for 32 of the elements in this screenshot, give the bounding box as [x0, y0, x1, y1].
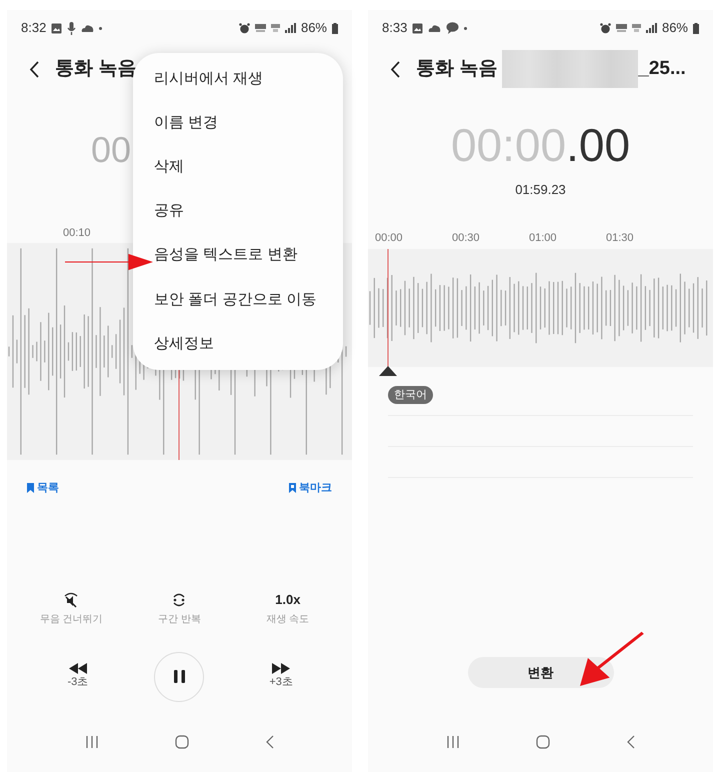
total-duration: 01:59.23 — [515, 181, 566, 199]
bookmark-list-button[interactable]: 목록 — [27, 480, 59, 496]
recording-title: 통화 녹음 — [55, 56, 136, 81]
status-time: 8:33 — [382, 19, 408, 38]
time-tick: 00:10 — [63, 226, 91, 240]
rewind-button[interactable]: -3초 — [32, 662, 123, 690]
time-tick: 00:30 — [452, 231, 481, 246]
battery-percent: 86% — [300, 19, 327, 38]
time-tick: 01:30 — [606, 231, 635, 246]
menu-item[interactable]: 음성을 텍스트로 변환 — [133, 234, 343, 278]
timer-fraction: .00 — [566, 118, 630, 172]
battery-percent: 86% — [662, 19, 688, 38]
option-label: 무음 건너뛰기 — [40, 612, 103, 626]
recording-title-suffix: _25... — [638, 56, 686, 81]
menu-item[interactable]: 이름 변경 — [133, 101, 343, 146]
status-time: 8:32 — [21, 19, 46, 38]
menu-item[interactable]: 공유 — [133, 189, 343, 234]
language-chip[interactable]: 한국어 — [388, 386, 433, 404]
menu-item[interactable]: 삭제 — [133, 145, 343, 190]
playback-timer: 00 — [91, 128, 132, 172]
speed-option[interactable]: 1.0x 재생 속도 — [242, 592, 333, 626]
add-bookmark-button[interactable]: 북마크 — [289, 480, 332, 496]
menu-item[interactable]: 보안 폴더 공간으로 이동 — [133, 278, 343, 322]
time-tick: 00:00 — [375, 231, 404, 246]
speed-value: 1.0x — [275, 592, 300, 608]
convert-button[interactable]: 변환 — [468, 657, 614, 688]
recording-title: 통화 녹음 — [416, 56, 498, 81]
option-label: 재생 속도 — [266, 612, 310, 626]
option-label: 구간 반복 — [158, 612, 201, 626]
time-tick: 01:00 — [529, 231, 558, 246]
menu-item[interactable]: 상세정보 — [133, 322, 343, 366]
forward-button[interactable]: +3초 — [236, 662, 326, 690]
